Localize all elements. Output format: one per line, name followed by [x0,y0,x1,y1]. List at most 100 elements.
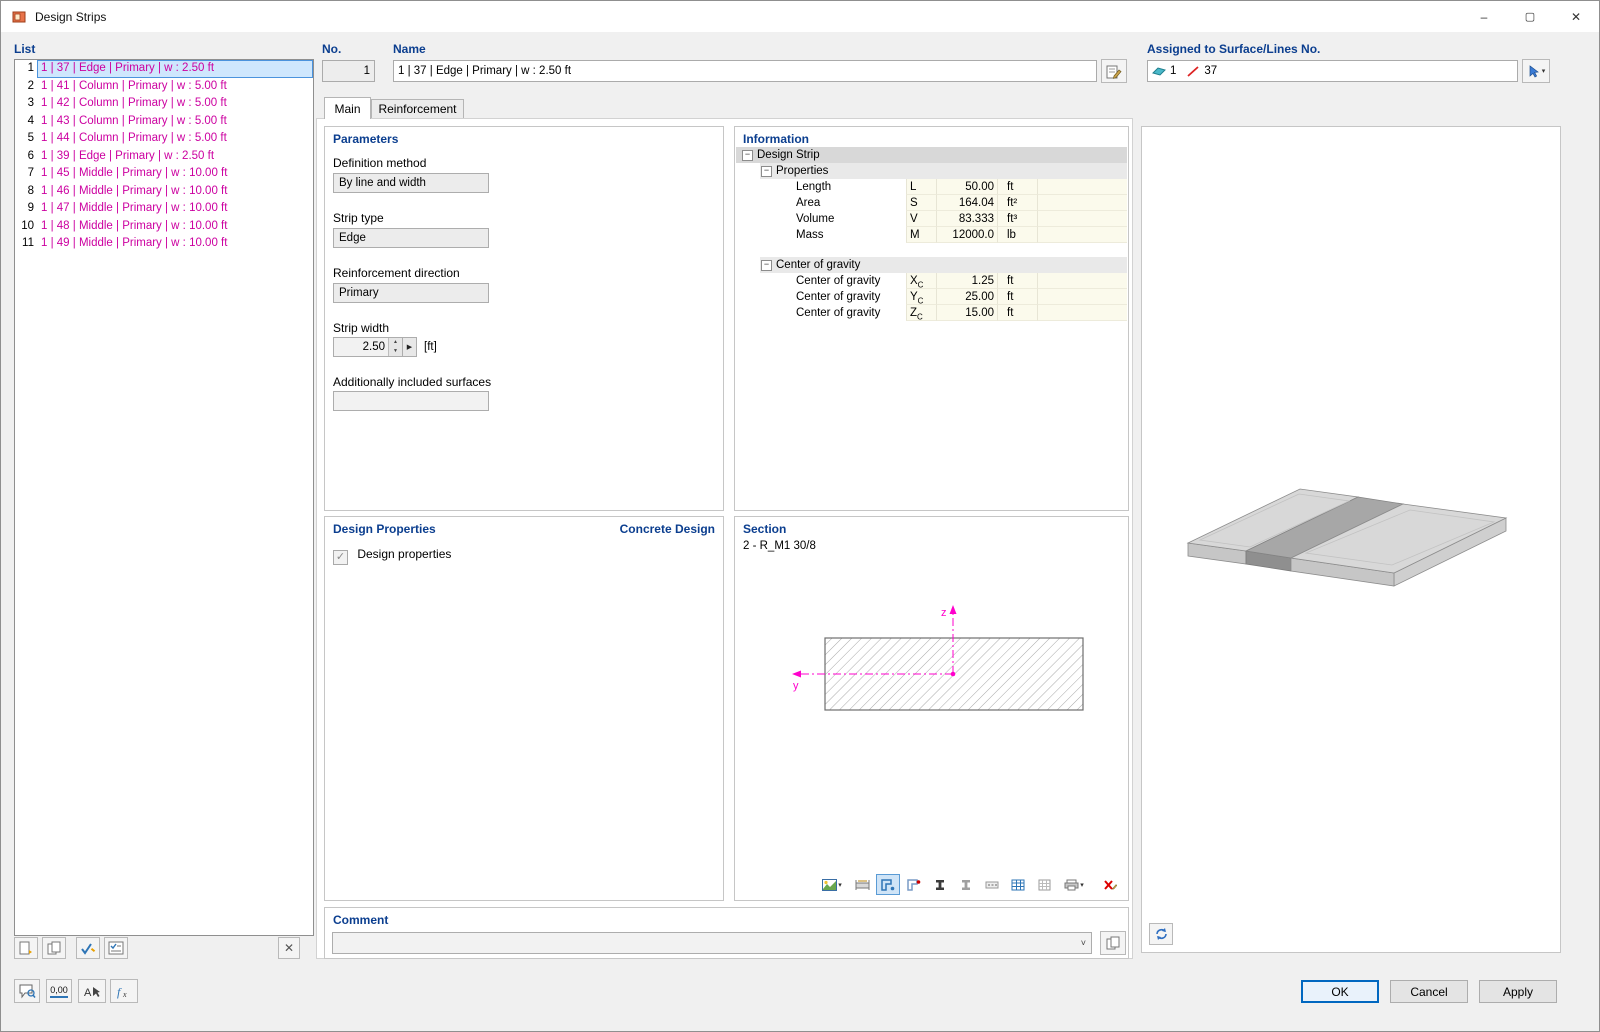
list-item[interactable]: 111 | 49 | Middle | Primary | w : 10.00 … [15,235,313,253]
table-icon [1011,879,1025,891]
info-row: Area S 164.04 ft² [736,195,1127,211]
y-axis-label: y [793,680,799,692]
info-row: Center of gravity ZC 15.00 ft [736,305,1127,321]
list-item[interactable]: 101 | 48 | Middle | Primary | w : 10.00 … [15,218,313,236]
printer-icon [1064,879,1079,891]
name-field[interactable] [393,60,1097,82]
flyout-right-icon: ▶ [407,343,412,351]
svg-text:x: x [122,990,127,999]
copy-strip-button[interactable] [42,937,66,959]
copy-icon [46,941,62,955]
sync-view-button[interactable] [1149,923,1173,945]
edit-section-button[interactable] [1098,874,1122,895]
edit-name-icon [1106,64,1122,79]
strip-width-value: 2.50 [334,338,388,356]
list-item[interactable]: 11 | 37 | Edge | Primary | w : 2.50 ft [15,60,313,78]
edit-multiple-button[interactable] [76,937,100,959]
apply-button[interactable]: Apply [1479,980,1557,1003]
grid-button[interactable] [1032,874,1056,895]
list-item[interactable]: 31 | 42 | Column | Primary | w : 5.00 ft [15,95,313,113]
comment-panel: Comment ˅ [324,907,1129,959]
rename-button[interactable] [1101,59,1127,83]
reinforcement-direction-label: Reinforcement direction [333,266,460,280]
design-strip-list[interactable]: 11 | 37 | Edge | Primary | w : 2.50 ft 2… [14,59,314,936]
maximize-button[interactable]: ▢ [1507,1,1553,32]
dialog-icon [11,9,27,25]
viewer-panel[interactable] [1141,126,1561,953]
spin-up-icon[interactable]: ▲ [389,338,402,347]
reinforcement-direction-combo[interactable]: Primary [333,283,489,303]
tab-main[interactable]: Main [324,97,371,119]
collapse-icon[interactable]: − [761,166,772,177]
list-item-label: 1 | 42 | Column | Primary | w : 5.00 ft [37,95,313,113]
strip-width-input[interactable]: 2.50 ▲ ▼ [333,337,403,357]
cancel-button[interactable]: Cancel [1390,980,1468,1003]
comment-combo[interactable]: ˅ [332,932,1092,954]
window-title: Design Strips [35,10,106,24]
tab-reinforcement[interactable]: Reinforcement [371,99,464,119]
strip-type-combo[interactable]: Edge [333,228,489,248]
stress-points-button[interactable] [928,874,952,895]
design-properties-checkbox[interactable]: ✓ [333,550,348,565]
formula-button[interactable]: fx [110,979,138,1003]
select-strips-button[interactable] [104,937,128,959]
spin-down-icon[interactable]: ▼ [389,347,402,356]
collapse-icon[interactable]: − [742,150,753,161]
info-root-row[interactable]: − Design Strip [736,147,1127,163]
units-label: 0,00 [50,985,68,998]
graphic-type-button[interactable]: ▾ [816,874,848,895]
list-item[interactable]: 91 | 47 | Middle | Primary | w : 10.00 f… [15,200,313,218]
info-group-row[interactable]: −Properties [736,163,1127,179]
pick-objects-button[interactable]: ▾ [1522,59,1550,83]
definition-method-label: Definition method [333,156,426,170]
select-annotation-button[interactable]: A [78,979,106,1003]
ok-button[interactable]: OK [1301,980,1379,1003]
info-group-row[interactable]: −Center of gravity [736,257,1127,273]
list-item-label: 1 | 48 | Middle | Primary | w : 10.00 ft [37,218,313,236]
strip-width-flyout-button[interactable]: ▶ [403,337,417,357]
strip-width-control: 2.50 ▲ ▼ ▶ [ft] [333,337,437,357]
list-item[interactable]: 21 | 41 | Column | Primary | w : 5.00 ft [15,78,313,96]
show-outline-button[interactable] [876,874,900,895]
new-strip-button[interactable] [14,937,38,959]
info-row: Length L 50.00 ft [736,179,1127,195]
speech-bubble-magnifier-icon [19,984,36,999]
values-table-button[interactable] [1006,874,1030,895]
z-axis-label: z [941,607,947,619]
list-item-label: 1 | 43 | Column | Primary | w : 5.00 ft [37,113,313,131]
delete-strip-button[interactable]: ✕ [278,937,300,959]
y-axis-arrow-icon [792,671,801,678]
cursor-pick-icon [1527,65,1540,78]
check-edit-icon [80,941,96,955]
parameters-panel: Parameters Definition method By line and… [324,126,724,511]
section-drawing: z y [735,517,1128,867]
assigned-field[interactable]: 1 37 [1147,60,1518,82]
copy-icon [1105,936,1121,950]
copy-comment-button[interactable] [1100,931,1126,955]
list-item[interactable]: 71 | 45 | Middle | Primary | w : 10.00 f… [15,165,313,183]
close-button[interactable]: ✕ [1553,1,1599,32]
list-item[interactable]: 51 | 44 | Column | Primary | w : 5.00 ft [15,130,313,148]
print-button[interactable]: ▾ [1058,874,1090,895]
titlebar: Design Strips – ▢ ✕ [1,1,1599,32]
list-item-label: 1 | 49 | Middle | Primary | w : 10.00 ft [37,235,313,253]
units-settings-button[interactable]: 0,00 [46,979,72,1003]
design-properties-option[interactable]: ✓ Design properties [333,547,451,565]
list-item-label: 1 | 46 | Middle | Primary | w : 10.00 ft [37,183,313,201]
included-surfaces-input[interactable] [333,391,489,411]
parts-button[interactable] [954,874,978,895]
minimize-button[interactable]: – [1461,1,1507,32]
info-row: Volume V 83.333 ft³ [736,211,1127,227]
name-input[interactable] [398,65,1092,77]
collapse-icon[interactable]: − [761,260,772,271]
list-item[interactable]: 41 | 43 | Column | Primary | w : 5.00 ft [15,113,313,131]
caret-down-icon: ▾ [1542,67,1546,75]
list-item[interactable]: 61 | 39 | Edge | Primary | w : 2.50 ft [15,148,313,166]
comment-search-button[interactable] [14,979,40,1003]
show-points-button[interactable] [902,874,926,895]
list-item[interactable]: 81 | 46 | Middle | Primary | w : 10.00 f… [15,183,313,201]
design-properties-checkbox-label: Design properties [357,547,451,561]
definition-method-combo[interactable]: By line and width [333,173,489,193]
dimensions-button[interactable] [850,874,874,895]
numbering-button[interactable] [980,874,1004,895]
